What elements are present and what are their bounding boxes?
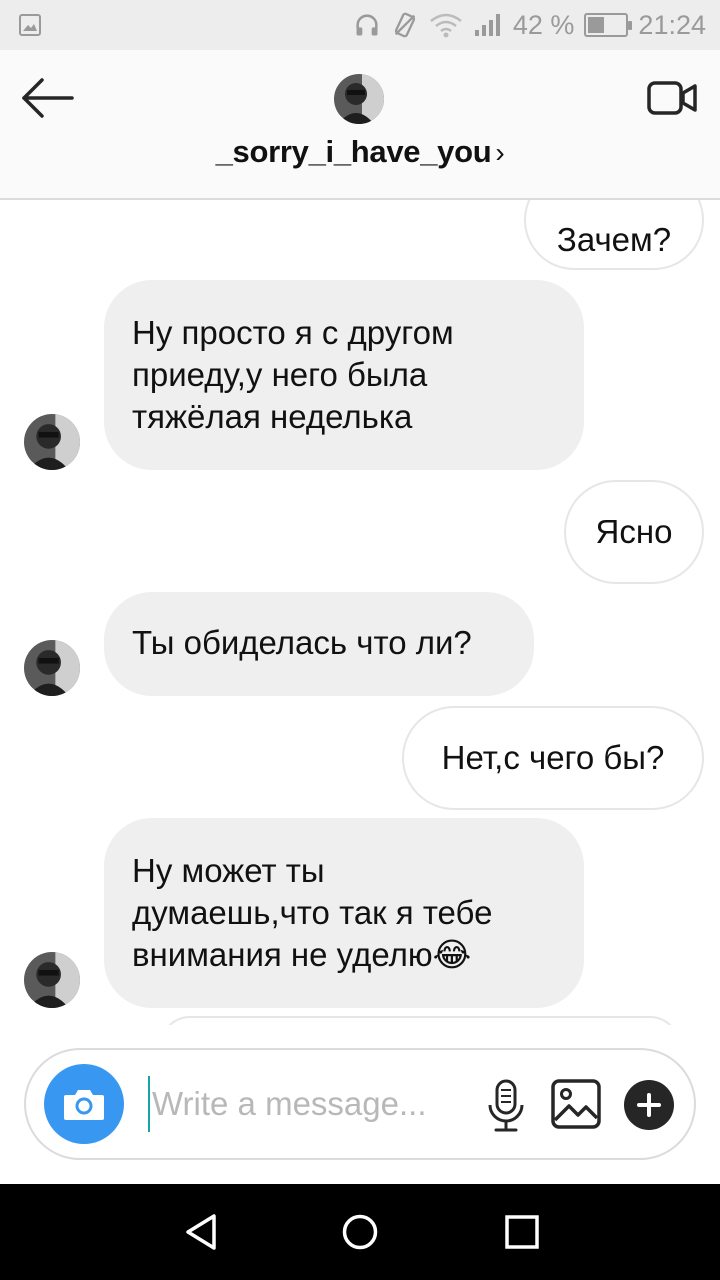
- vibrate-icon: [394, 12, 416, 38]
- chevron-right-icon: ›: [495, 137, 505, 168]
- header-avatar[interactable]: [334, 74, 384, 124]
- plus-button[interactable]: [624, 1080, 674, 1130]
- status-bar: 42 % 21:24: [0, 0, 720, 50]
- outgoing-message[interactable]: Зачем?: [524, 200, 704, 270]
- status-icons: 42 % 21:24: [353, 0, 706, 50]
- username: _sorry_i_have_you: [215, 134, 492, 169]
- sender-avatar[interactable]: [24, 414, 80, 470]
- message-input[interactable]: [148, 1076, 478, 1132]
- avatar-photo: [334, 74, 384, 124]
- outgoing-message[interactable]: Ясно: [564, 480, 704, 584]
- outgoing-message-partial[interactable]: [160, 1016, 680, 1025]
- message-text: Ясно: [595, 513, 673, 550]
- nav-recents-icon[interactable]: [502, 1212, 542, 1252]
- message-line: приеду,у него была: [132, 356, 428, 393]
- chat-header: _sorry_i_have_you ›: [0, 50, 720, 200]
- camera-button[interactable]: [44, 1064, 124, 1144]
- incoming-message[interactable]: Ну может ты думаешь,что так я тебе внима…: [104, 818, 584, 1008]
- battery-icon: [584, 13, 633, 37]
- incoming-message[interactable]: Ну просто я с другом приеду,у него была …: [104, 280, 584, 470]
- message-line: внимания не уделю😂: [132, 936, 472, 973]
- message-composer: [24, 1048, 696, 1160]
- image-notification-icon: [19, 14, 41, 36]
- avatar-photo: [24, 640, 80, 696]
- outgoing-message[interactable]: Нет,с чего бы?: [402, 706, 704, 810]
- nav-home-icon[interactable]: [340, 1212, 380, 1252]
- signal-icon: [474, 14, 500, 36]
- battery-level: [588, 17, 604, 33]
- incoming-message[interactable]: Ты обиделась что ли?: [104, 592, 534, 696]
- message-line: тяжёлая неделька: [132, 398, 413, 435]
- avatar-photo: [24, 414, 80, 470]
- message-line: думаешь,что так я тебе: [132, 894, 493, 931]
- message-text: Зачем?: [556, 221, 672, 258]
- message-text: Нет,с чего бы?: [441, 739, 665, 776]
- plus-icon: [637, 1093, 661, 1117]
- back-arrow-icon[interactable]: [18, 76, 78, 120]
- microphone-icon[interactable]: [484, 1078, 528, 1134]
- sender-avatar[interactable]: [24, 952, 80, 1008]
- headphones-icon: [356, 14, 378, 36]
- image-icon[interactable]: [550, 1078, 602, 1130]
- clock: 21:24: [638, 9, 706, 40]
- avatar-photo: [24, 952, 80, 1008]
- battery-percent: 42 %: [512, 9, 575, 40]
- camera-icon: [64, 1090, 104, 1120]
- message-line: Ну просто я с другом: [132, 314, 454, 351]
- message-line: Ты обиделась что ли?: [132, 624, 472, 661]
- message-list[interactable]: Зачем? Ну просто я с другом приеду,у нег…: [0, 200, 720, 1025]
- nav-back-icon[interactable]: [182, 1212, 222, 1252]
- system-nav-bar: [0, 1184, 720, 1280]
- message-line: Ну может ты: [132, 852, 325, 889]
- sender-avatar[interactable]: [24, 640, 80, 696]
- wifi-icon: [430, 13, 462, 38]
- video-call-icon[interactable]: [646, 78, 698, 118]
- conversation-title[interactable]: _sorry_i_have_you ›: [0, 134, 720, 170]
